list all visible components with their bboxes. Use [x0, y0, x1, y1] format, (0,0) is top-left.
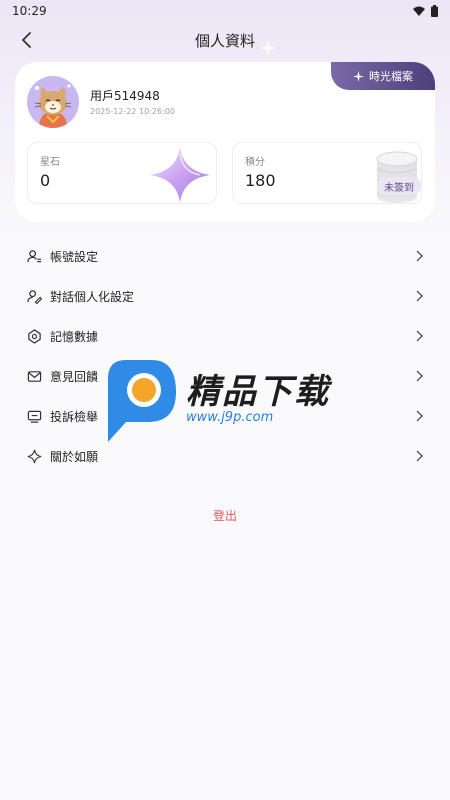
- points-card[interactable]: 積分 180 未簽到: [232, 142, 422, 204]
- menu-item-memory-data[interactable]: 記憶數據: [0, 316, 450, 356]
- menu-item-chat-personalization[interactable]: 對話個人化設定: [0, 276, 450, 316]
- sparkle-icon: [26, 448, 42, 464]
- watermark-url: www.j9p.com: [186, 410, 274, 425]
- menu-label: 帳號設定: [50, 249, 99, 264]
- star-stone-label: 星石: [40, 157, 60, 168]
- check-in-badge[interactable]: 未簽到: [377, 177, 421, 195]
- brain-icon: [26, 328, 42, 344]
- status-icons: [413, 5, 438, 17]
- page-title: 個人資料: [194, 31, 255, 50]
- menu-label: 對話個人化設定: [50, 289, 135, 304]
- points-label: 積分: [245, 157, 265, 168]
- user-settings-icon: [26, 248, 42, 264]
- registration-timestamp: 2025-12-22 10:26:00: [90, 107, 175, 116]
- status-bar: 10:29: [0, 0, 450, 22]
- wifi-icon: [413, 6, 425, 16]
- chevron-left-icon: [22, 32, 31, 48]
- star-stone-card[interactable]: 星石 0: [27, 142, 217, 204]
- status-time: 10:29: [12, 4, 47, 18]
- app-header: 個人資料: [0, 22, 450, 58]
- menu-label: 關於如願: [50, 449, 99, 464]
- points-value: 180: [245, 171, 276, 190]
- profile-card: 時光檔案 用戶514948 2025-12-22 10:26:00 星石 0 積…: [15, 62, 435, 222]
- cat-avatar-icon: [27, 76, 79, 128]
- menu-label: 記憶數據: [50, 329, 99, 344]
- chevron-right-icon: [416, 290, 423, 302]
- battery-icon: [431, 5, 438, 17]
- menu-item-account-settings[interactable]: 帳號設定: [0, 236, 450, 276]
- sparkle-decoration-icon: [260, 40, 276, 56]
- sparkle-icon: [353, 70, 364, 82]
- chevron-right-icon: [416, 450, 423, 462]
- chevron-right-icon: [416, 370, 423, 382]
- report-icon: [26, 408, 42, 424]
- time-archive-button[interactable]: 時光檔案: [331, 62, 435, 90]
- username: 用戶514948: [90, 89, 160, 103]
- avatar[interactable]: [27, 76, 79, 128]
- chevron-right-icon: [416, 250, 423, 262]
- back-button[interactable]: [14, 28, 38, 52]
- watermark-logo-icon: [108, 360, 176, 442]
- watermark: 精品下载 www.j9p.com: [100, 358, 370, 444]
- star-crystal-icon: [150, 147, 210, 203]
- watermark-title: 精品下载: [186, 372, 330, 412]
- mail-icon: [26, 368, 42, 384]
- chevron-right-icon: [416, 410, 423, 422]
- user-edit-icon: [26, 288, 42, 304]
- time-archive-label: 時光檔案: [369, 70, 413, 83]
- chevron-right-icon: [416, 330, 423, 342]
- star-stone-value: 0: [40, 171, 51, 190]
- logout-button[interactable]: 登出: [0, 507, 450, 524]
